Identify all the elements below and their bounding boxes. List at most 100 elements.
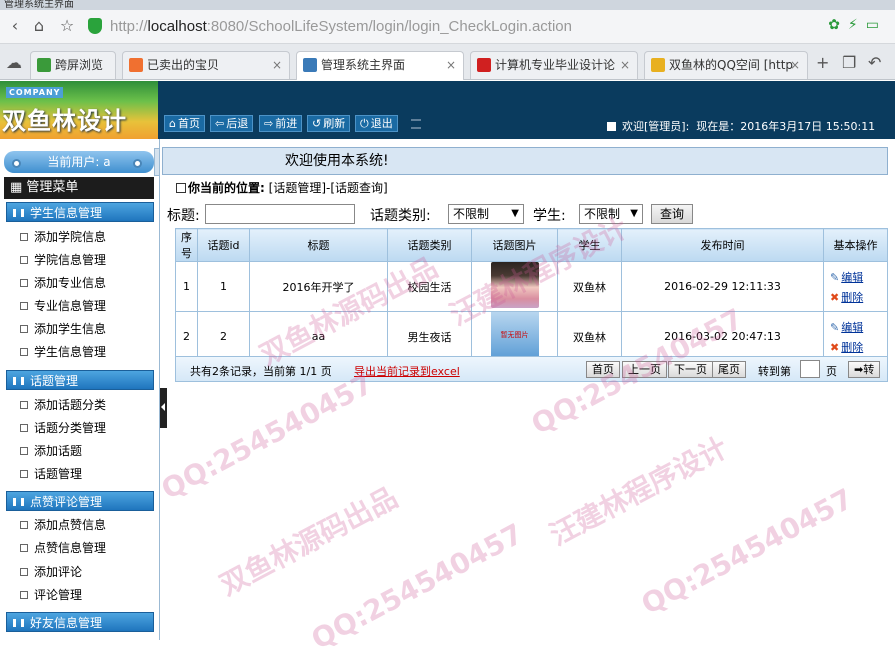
- current-user-text: 当前用户: a: [47, 155, 111, 169]
- sidebar-group-students[interactable]: 学生信息管理: [6, 202, 154, 222]
- goto-page-input[interactable]: [800, 360, 820, 378]
- header-status: 欢迎[管理员]: 现在是：2016年3月17日 15:50:11: [607, 118, 875, 134]
- watermark-text: QQ:254540457: [305, 516, 529, 656]
- sidebar-group-topics[interactable]: 话题管理: [6, 370, 154, 390]
- watermark-text: 汪建林程序设计: [544, 430, 733, 552]
- goto-button[interactable]: ➡转: [848, 361, 881, 378]
- tab-favicon-icon: [303, 58, 317, 72]
- browser-tab[interactable]: 跨屏浏览: [30, 51, 116, 79]
- back-arrow-icon[interactable]: ‹: [4, 15, 26, 37]
- sidebar-item-add-like[interactable]: 添加点赞信息: [20, 516, 106, 533]
- tab-list-icon[interactable]: ❐: [842, 53, 856, 72]
- student-select[interactable]: 不限制 ▼: [579, 204, 643, 224]
- cell-no: 1: [175, 261, 198, 312]
- sidebar: 当前用户: a ▦ 管理菜单 学生信息管理 添加学院信息 学院信息管理 添加专业…: [0, 139, 160, 640]
- browser-extension-icons[interactable]: ✿⚡▭: [828, 17, 887, 33]
- location-label: 你当前的位置:: [188, 181, 265, 195]
- cell-actions: ✎ 编辑 ✖ 删除: [823, 261, 888, 312]
- no-image-text: 暂无图片: [500, 331, 529, 339]
- sidebar-item-add-comment[interactable]: 添加评论: [20, 563, 82, 580]
- logout-button[interactable]: ⏻ 退出: [355, 115, 398, 132]
- undo-close-icon[interactable]: ↶: [868, 53, 881, 72]
- pin-icon: [12, 159, 21, 168]
- table-header-row: 序号 话题id 标题 话题类别 话题图片 学生 发布时间 基本操作: [175, 228, 888, 262]
- cloud-icon[interactable]: ☁: [6, 53, 22, 72]
- sidebar-item-add-topic[interactable]: 添加话题: [20, 442, 82, 459]
- browser-tab[interactable]: 双鱼林的QQ空间 [http ×: [644, 51, 808, 79]
- group-title: 点赞评论管理: [30, 495, 103, 509]
- refresh-button[interactable]: ↺ 刷新: [307, 115, 351, 132]
- item-label: 学生信息管理: [34, 345, 107, 359]
- url-field[interactable]: http://localhost:8080/SchoolLifeSystem/l…: [110, 16, 810, 38]
- panel-splitter[interactable]: [154, 148, 160, 176]
- tab-favicon-icon: [651, 58, 665, 72]
- sidebar-collapse-handle[interactable]: [160, 388, 167, 428]
- student-label: 学生:: [533, 208, 566, 224]
- cell-category: 校园生活: [387, 261, 472, 312]
- tab-close-icon[interactable]: ×: [790, 52, 800, 78]
- sidebar-item-add-topic-category[interactable]: 添加话题分类: [20, 396, 106, 413]
- sidebar-item-student-manage[interactable]: 学生信息管理: [20, 343, 106, 360]
- cell-time: 2016-03-02 20:47:13: [621, 311, 824, 362]
- forward-button[interactable]: ⇨ 前进: [259, 115, 303, 132]
- sidebar-item-topic-manage[interactable]: 话题管理: [20, 465, 82, 482]
- forward-icon: ⇨: [264, 117, 274, 130]
- group-icon: [13, 498, 24, 506]
- tab-favicon-icon: [37, 58, 51, 72]
- group-title: 话题管理: [30, 374, 79, 388]
- browser-tab[interactable]: 计算机专业毕业设计论 ×: [470, 51, 638, 79]
- location-icon: [176, 183, 186, 193]
- item-icon: [20, 470, 28, 478]
- delete-link[interactable]: 删除: [841, 291, 863, 304]
- sidebar-item-major-manage[interactable]: 专业信息管理: [20, 297, 106, 314]
- back-icon: ⇦: [215, 117, 225, 130]
- welcome-text: 欢迎使用本系统!: [285, 153, 389, 169]
- browser-tab[interactable]: 已卖出的宝贝 ×: [122, 51, 290, 79]
- edit-link[interactable]: 编辑: [841, 271, 863, 284]
- column-header: 标题: [249, 228, 388, 262]
- next-page-button[interactable]: 下一页: [668, 361, 713, 378]
- home-icon[interactable]: ⌂: [28, 15, 50, 37]
- sidebar-item-comment-manage[interactable]: 评论管理: [20, 586, 82, 603]
- last-page-button[interactable]: 尾页: [712, 361, 746, 378]
- item-label: 添加专业信息: [34, 276, 107, 290]
- security-shield-icon: [88, 18, 102, 34]
- logo: COMPANY 双鱼林设计: [0, 81, 158, 139]
- sidebar-item-topic-category-manage[interactable]: 话题分类管理: [20, 419, 106, 436]
- edit-link[interactable]: 编辑: [841, 321, 863, 334]
- menu-title-text: 管理菜单: [26, 180, 79, 195]
- sidebar-item-college-manage[interactable]: 学院信息管理: [20, 251, 106, 268]
- tab-close-icon[interactable]: ×: [272, 52, 282, 78]
- prev-page-button[interactable]: 上一页: [622, 361, 667, 378]
- title-search-input[interactable]: [205, 204, 355, 224]
- query-button[interactable]: 查询: [651, 204, 694, 224]
- cell-image: [471, 261, 558, 312]
- url-host: localhost: [147, 18, 207, 35]
- tab-close-icon[interactable]: ×: [446, 52, 456, 78]
- browser-tab-active[interactable]: 管理系统主界面 ×: [296, 51, 464, 80]
- sidebar-group-friends[interactable]: 好友信息管理: [6, 612, 154, 632]
- topic-photo[interactable]: [490, 262, 539, 308]
- status-square-icon: [607, 122, 616, 131]
- sidebar-item-like-manage[interactable]: 点赞信息管理: [20, 539, 106, 556]
- tab-close-icon[interactable]: ×: [620, 52, 630, 78]
- item-icon: [20, 521, 28, 529]
- back-button[interactable]: ⇦ 后退: [210, 115, 254, 132]
- topic-image-placeholder[interactable]: 暂无图片: [490, 312, 539, 358]
- tab-favicon-icon: [129, 58, 143, 72]
- item-label: 添加话题分类: [34, 398, 107, 412]
- home-button[interactable]: ⌂ 首页: [164, 115, 205, 132]
- sidebar-group-likes-comments[interactable]: 点赞评论管理: [6, 491, 154, 511]
- first-page-button[interactable]: 首页: [586, 361, 620, 378]
- url-scheme: http://: [110, 18, 148, 35]
- sidebar-item-add-college[interactable]: 添加学院信息: [20, 228, 106, 245]
- export-excel-link[interactable]: 导出当前记录到excel: [354, 363, 460, 379]
- favorite-star-icon[interactable]: ☆: [56, 15, 78, 37]
- new-tab-icon[interactable]: +: [816, 53, 829, 72]
- item-icon: [20, 424, 28, 432]
- delete-link[interactable]: 删除: [841, 341, 863, 354]
- item-icon: [20, 568, 28, 576]
- category-select[interactable]: 不限制 ▼: [448, 204, 524, 224]
- sidebar-item-add-major[interactable]: 添加专业信息: [20, 274, 106, 291]
- sidebar-item-add-student[interactable]: 添加学生信息: [20, 320, 106, 337]
